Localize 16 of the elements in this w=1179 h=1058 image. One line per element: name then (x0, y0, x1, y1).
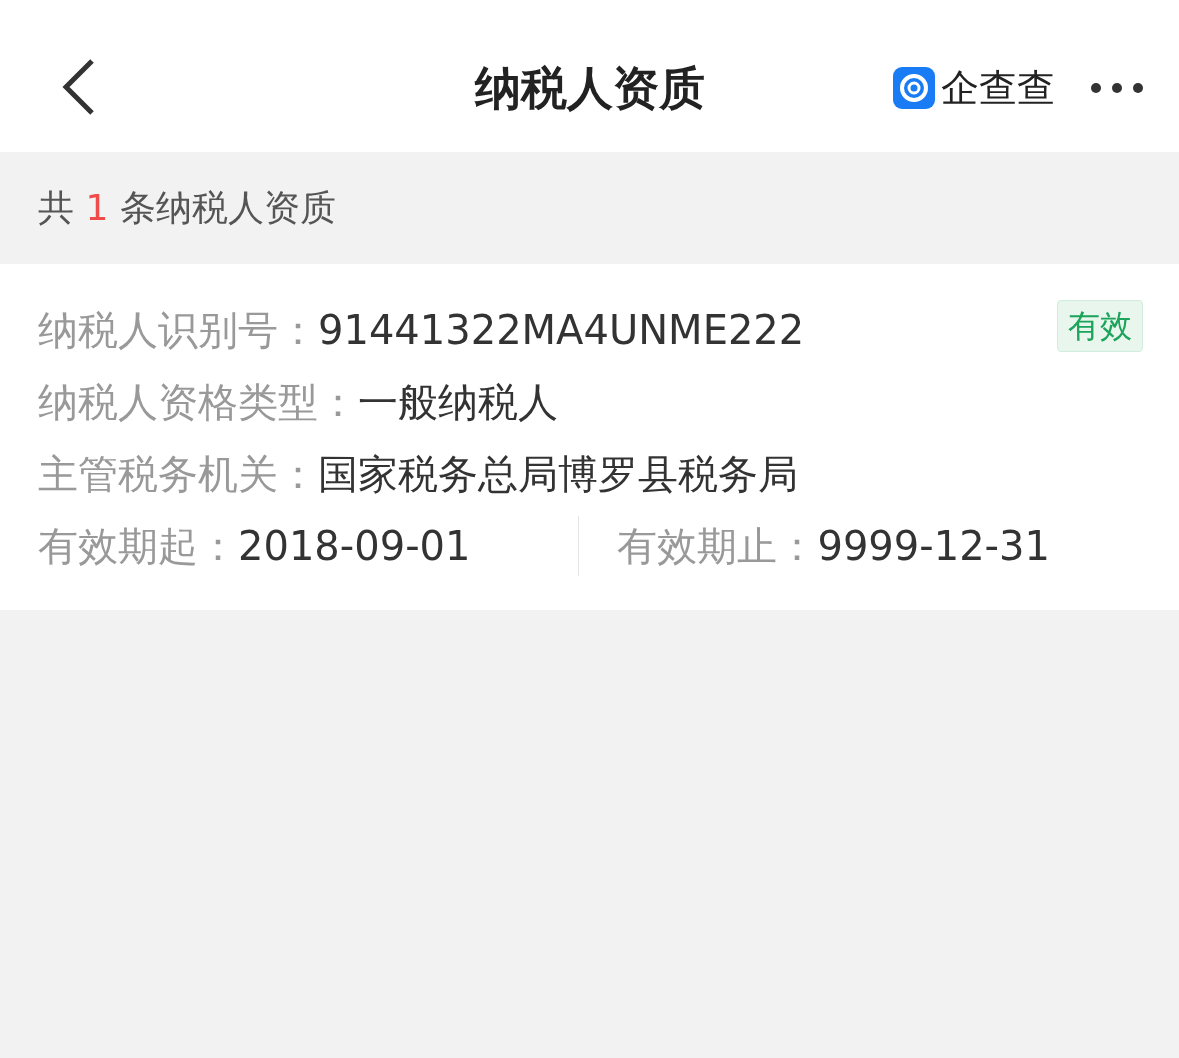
field-label: 纳税人资格类型： (38, 378, 358, 427)
summary-text: 共 1 条纳税人资质 (38, 186, 336, 230)
field-label: 有效期止： (617, 522, 818, 571)
field-label: 有效期起： (38, 522, 238, 571)
field-value: 91441322MA4UNME222 (318, 306, 805, 355)
brand-name: 企查查 (941, 66, 1055, 110)
more-icon (1089, 80, 1145, 95)
field-value: 2018-09-01 (238, 522, 471, 571)
field-value: 9999-12-31 (817, 522, 1050, 571)
logo-icon (893, 67, 935, 109)
page-title: 纳税人资质 (474, 60, 705, 117)
field-label: 主管税务机关： (38, 450, 318, 499)
status-tag: 有效 (1057, 300, 1143, 352)
field-value: 国家税务总局博罗县税务局 (318, 450, 798, 499)
field-value: 一般纳税人 (358, 378, 558, 427)
field-label: 纳税人识别号： (38, 306, 318, 355)
